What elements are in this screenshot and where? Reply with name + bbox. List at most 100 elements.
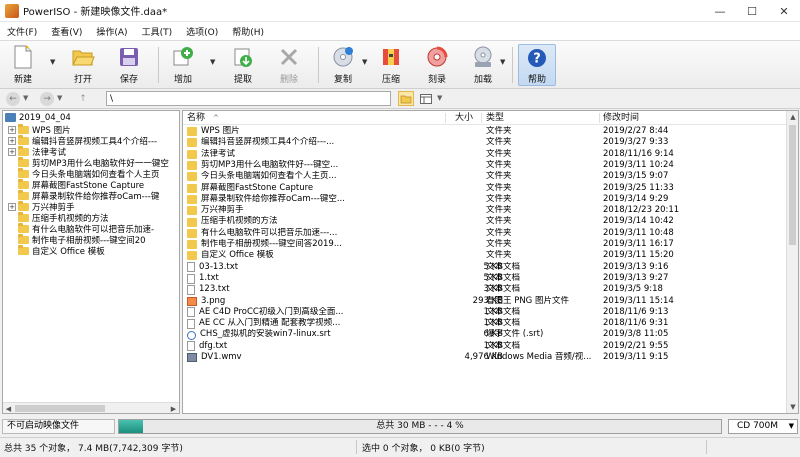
menu-tools[interactable]: 工具(T) — [135, 25, 180, 38]
table-row[interactable]: 123.txt 3 KB 文本文档 2019/3/5 9:18 — [183, 284, 786, 295]
file-name: 剪切MP3用什么电脑软件好---键空... — [201, 159, 339, 170]
table-row[interactable]: AE CC 从入门到精通 配套教学视频... 1 KB 文本文档 2018/11/6 … — [183, 318, 786, 329]
column-date-header[interactable]: 修改时间 — [603, 111, 639, 125]
scroll-down-icon[interactable]: ▼ — [787, 401, 798, 413]
table-row[interactable]: 1.txt 5 KB 文本文档 2019/3/13 9:27 — [183, 273, 786, 284]
new-dropdown-arrow[interactable]: ▼ — [50, 58, 55, 66]
mount-dropdown-arrow[interactable]: ▼ — [500, 58, 505, 66]
menu-action[interactable]: 操作(A) — [89, 25, 134, 38]
table-row[interactable]: dfg.txt 1 KB 文本文档 2019/2/21 9:55 — [183, 341, 786, 352]
table-row[interactable]: 有什么电脑软件可以把音乐加速---... 文件夹 2019/3/11 10:48 — [183, 228, 786, 239]
folder-tree-toggle-icon[interactable] — [398, 91, 414, 106]
minimize-button[interactable]: — — [704, 0, 736, 22]
expand-icon[interactable]: + — [8, 147, 16, 156]
menu-help[interactable]: 帮助(H) — [225, 25, 271, 38]
table-row[interactable]: 屏幕录制软件给你推荐oCam---键空... 文件夹 2019/3/14 9:29 — [183, 194, 786, 205]
file-list-vertical-scrollbar[interactable]: ▲ ▼ — [786, 111, 798, 413]
extract-button[interactable]: 提取 — [224, 44, 262, 86]
menu-options[interactable]: 选项(O) — [179, 25, 225, 38]
maximize-button[interactable]: ☐ — [736, 0, 768, 22]
text-document-icon — [187, 318, 195, 329]
tree-item[interactable]: 剪切MP3用什么电脑软件好一一键空 — [8, 156, 169, 169]
scroll-up-icon[interactable]: ▲ — [787, 111, 798, 123]
folder-icon — [18, 222, 29, 233]
expand-icon[interactable]: + — [8, 125, 16, 134]
table-row[interactable]: AE C4D ProCC初级入门到高级全面... 1 KB 文本文档 2018/11/… — [183, 307, 786, 318]
window-title: PowerISO - 新建映像文件.daa* — [23, 7, 168, 18]
open-button[interactable]: 打开 — [64, 44, 102, 86]
tree-item[interactable]: 屏幕录制软件给你推荐oCam---键 — [8, 189, 159, 202]
forward-arrow-icon[interactable]: → — [40, 92, 54, 106]
scroll-thumb[interactable] — [789, 125, 796, 245]
table-row[interactable]: 压缩手机视频的方法 文件夹 2019/3/14 10:42 — [183, 216, 786, 227]
forward-history-dropdown[interactable]: ▼ — [57, 94, 62, 102]
add-button[interactable]: 增加 — [164, 44, 202, 86]
disc-image-icon — [5, 113, 16, 122]
disc-type-select[interactable]: CD 700M ▼ — [728, 419, 798, 434]
copy-disc-icon — [330, 44, 356, 70]
tree-item[interactable]: 屏幕截图FastStone Capture — [8, 178, 144, 191]
burn-button[interactable]: 刻录 — [418, 44, 456, 86]
expand-icon[interactable]: + — [8, 202, 16, 211]
scroll-thumb[interactable] — [15, 405, 105, 412]
text-document-icon — [187, 341, 195, 352]
table-row[interactable]: 03-13.txt 5 KB 文本文档 2019/3/13 9:16 — [183, 262, 786, 273]
view-mode-dropdown[interactable]: ▼ — [437, 94, 442, 102]
tree-item[interactable]: + 编辑抖音竖屏视频工具4个介绍--- — [8, 134, 157, 147]
tree-horizontal-scrollbar[interactable]: ◀ ▶ — [3, 402, 179, 413]
table-row[interactable]: WPS 图片 文件夹 2019/2/27 8:44 — [183, 126, 786, 137]
tree-item[interactable]: 自定义 Office 模板 — [8, 244, 105, 257]
table-row[interactable]: 3.png 293 KB 看图王 PNG 图片文件 2019/3/11 15:14 — [183, 296, 786, 307]
save-disk-icon — [116, 44, 142, 70]
table-row[interactable]: 今日头条电脑端如何查看个人主页... 文件夹 2019/3/15 9:07 — [183, 171, 786, 182]
tree-item[interactable]: + WPS 图片 — [8, 123, 71, 136]
save-button[interactable]: 保存 — [110, 44, 148, 86]
file-type: 文件夹 — [486, 137, 512, 148]
add-dropdown-arrow[interactable]: ▼ — [210, 58, 215, 66]
table-row[interactable]: 剪切MP3用什么电脑软件好---键空... 文件夹 2019/3/11 10:24 — [183, 160, 786, 171]
menu-bar: 文件(F) 查看(V) 操作(A) 工具(T) 选项(O) 帮助(H) — [0, 22, 800, 41]
copy-dropdown-arrow[interactable]: ▼ — [362, 58, 367, 66]
up-arrow-icon[interactable]: ↑ — [76, 92, 90, 106]
scroll-right-icon[interactable]: ▶ — [168, 403, 179, 413]
copy-button[interactable]: 复制 — [324, 44, 362, 86]
table-row[interactable]: 制作电子相册视频---键空间答2019... 文件夹 2019/3/11 16:17 — [183, 239, 786, 250]
table-row[interactable]: 万兴神剪手 文件夹 2018/12/23 20:11 — [183, 205, 786, 216]
tree-root[interactable]: 2019_04_04 — [5, 112, 71, 123]
scroll-left-icon[interactable]: ◀ — [3, 403, 14, 413]
table-row[interactable]: CHS_虚拟机的安装win7-linux.srt 6 KB 爆字文件 (.srt) 2… — [183, 329, 786, 340]
tree-item[interactable]: 制作电子相册视频---键空间20 — [8, 233, 146, 246]
tree-item[interactable]: 有什么电脑软件可以把音乐加速- — [8, 222, 154, 235]
view-mode-icon[interactable] — [418, 91, 434, 106]
column-type-header[interactable]: 类型 — [486, 111, 504, 125]
tree-item[interactable]: + 法律考试 — [8, 145, 66, 158]
back-history-dropdown[interactable]: ▼ — [23, 94, 28, 102]
column-name-header[interactable]: 名称 — [187, 111, 205, 125]
close-button[interactable]: ✕ — [768, 0, 800, 22]
table-row[interactable]: 屏幕截图FastStone Capture 文件夹 2019/3/25 11:33 — [183, 183, 786, 194]
table-row[interactable]: 编辑抖音竖屏视频工具4个介绍---... 文件夹 2019/3/27 9:33 — [183, 137, 786, 148]
column-size-header[interactable]: 大小 — [455, 111, 473, 125]
delete-button[interactable]: 删除 — [270, 44, 308, 86]
expand-icon[interactable]: + — [8, 136, 16, 145]
folder-icon — [18, 189, 29, 200]
tree-item[interactable]: + 万兴神剪手 — [8, 200, 75, 213]
menu-file[interactable]: 文件(F) — [0, 25, 44, 38]
tree-item[interactable]: 今日头条电脑端如何查看个人主页 — [8, 167, 160, 180]
file-name: CHS_虚拟机的安装win7-linux.srt — [200, 329, 331, 340]
file-name: 3.png — [201, 295, 226, 306]
path-input[interactable] — [106, 91, 391, 106]
compress-button[interactable]: 压缩 — [372, 44, 410, 86]
file-type: Windows Media 音频/视... — [486, 352, 592, 362]
table-row[interactable]: DV1.wmv 4,976 KB Windows Media 音频/视... 2019… — [183, 352, 786, 363]
mount-button[interactable]: 加载 — [464, 44, 502, 86]
file-date: 2019/3/27 9:33 — [603, 137, 669, 148]
tree-item[interactable]: 压缩手机视频的方法 — [8, 211, 109, 224]
menu-view[interactable]: 查看(V) — [44, 25, 89, 38]
back-arrow-icon[interactable]: ← — [6, 92, 20, 106]
help-button[interactable]: ? 帮助 — [518, 44, 556, 86]
new-button[interactable]: 新建 — [4, 44, 42, 86]
table-row[interactable]: 自定义 Office 模板 文件夹 2019/3/11 15:20 — [183, 250, 786, 261]
table-row[interactable]: 法律考试 文件夹 2018/11/16 9:14 — [183, 149, 786, 160]
file-name: 有什么电脑软件可以把音乐加速---... — [201, 227, 338, 238]
